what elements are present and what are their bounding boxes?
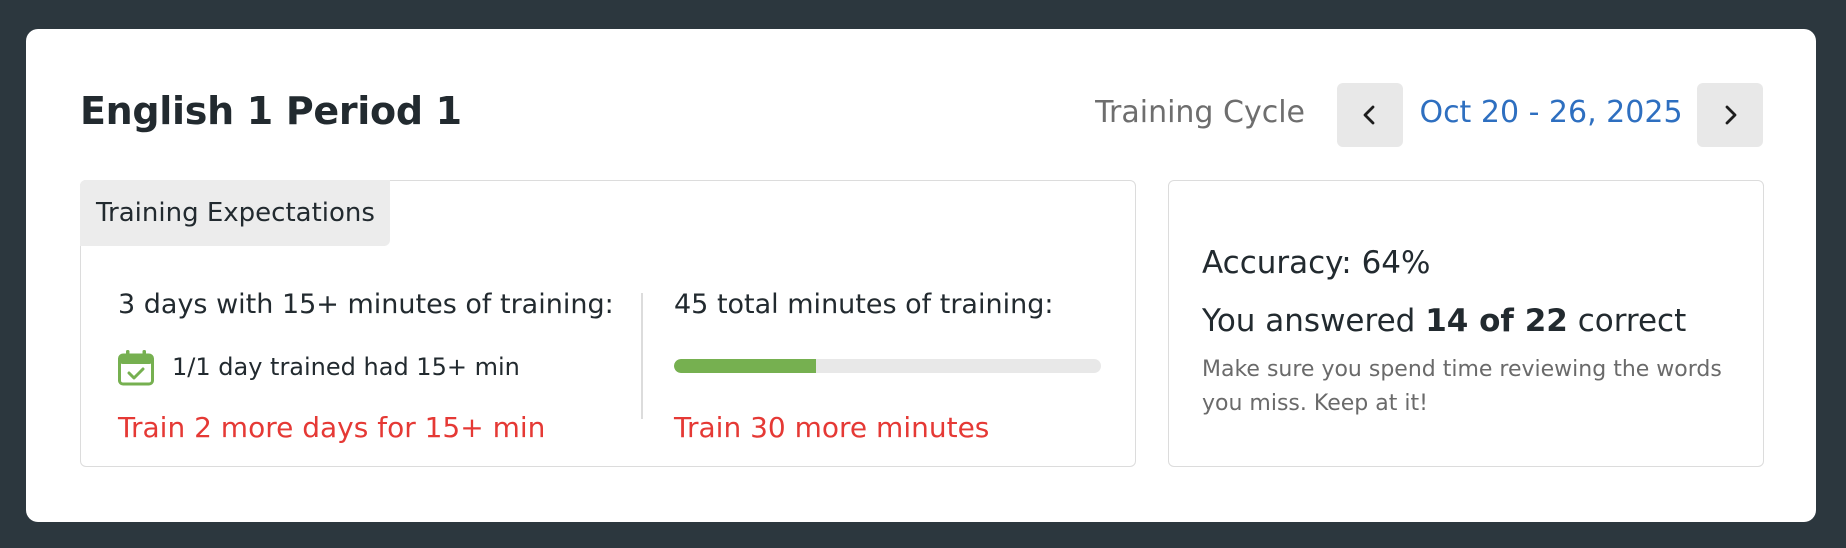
cycle-date-range[interactable]: Oct 20 - 26, 2025 — [1416, 95, 1686, 130]
accuracy-heading: Accuracy: 64% — [1202, 245, 1431, 281]
answered-prefix: You answered — [1202, 303, 1416, 339]
training-expectations-panel: Training Expectations 3 days with 15+ mi… — [80, 180, 1136, 467]
chevron-right-icon — [1725, 105, 1737, 125]
accuracy-hint: Make sure you spend time reviewing the w… — [1202, 357, 1722, 416]
days-requirement-heading: 3 days with 15+ minutes of training: — [118, 289, 614, 320]
next-cycle-button[interactable] — [1697, 83, 1763, 147]
minutes-requirement-heading: 45 total minutes of training: — [674, 289, 1054, 320]
page-title: English 1 Period 1 — [80, 89, 462, 133]
answered-count: 14 of 22 — [1425, 303, 1568, 339]
calendar-check-icon — [118, 350, 154, 386]
minutes-progress-bar — [674, 359, 1101, 373]
column-divider — [641, 293, 643, 419]
days-remaining-warning: Train 2 more days for 15+ min — [118, 411, 546, 444]
training-expectations-tab: Training Expectations — [80, 180, 390, 246]
answered-suffix: correct — [1577, 303, 1687, 339]
days-trained-status: 1/1 day trained had 15+ min — [172, 353, 520, 381]
minutes-progress-fill — [674, 359, 817, 373]
answered-summary: You answered 14 of 22 correct — [1202, 303, 1686, 339]
accuracy-panel: Accuracy: 64% You answered 14 of 22 corr… — [1168, 180, 1764, 467]
chevron-left-icon — [1363, 105, 1375, 125]
previous-cycle-button[interactable] — [1337, 83, 1403, 147]
training-cycle-label: Training Cycle — [1095, 95, 1305, 130]
training-card: English 1 Period 1 Training Cycle Oct 20… — [26, 29, 1816, 522]
minutes-remaining-warning: Train 30 more minutes — [674, 411, 990, 444]
